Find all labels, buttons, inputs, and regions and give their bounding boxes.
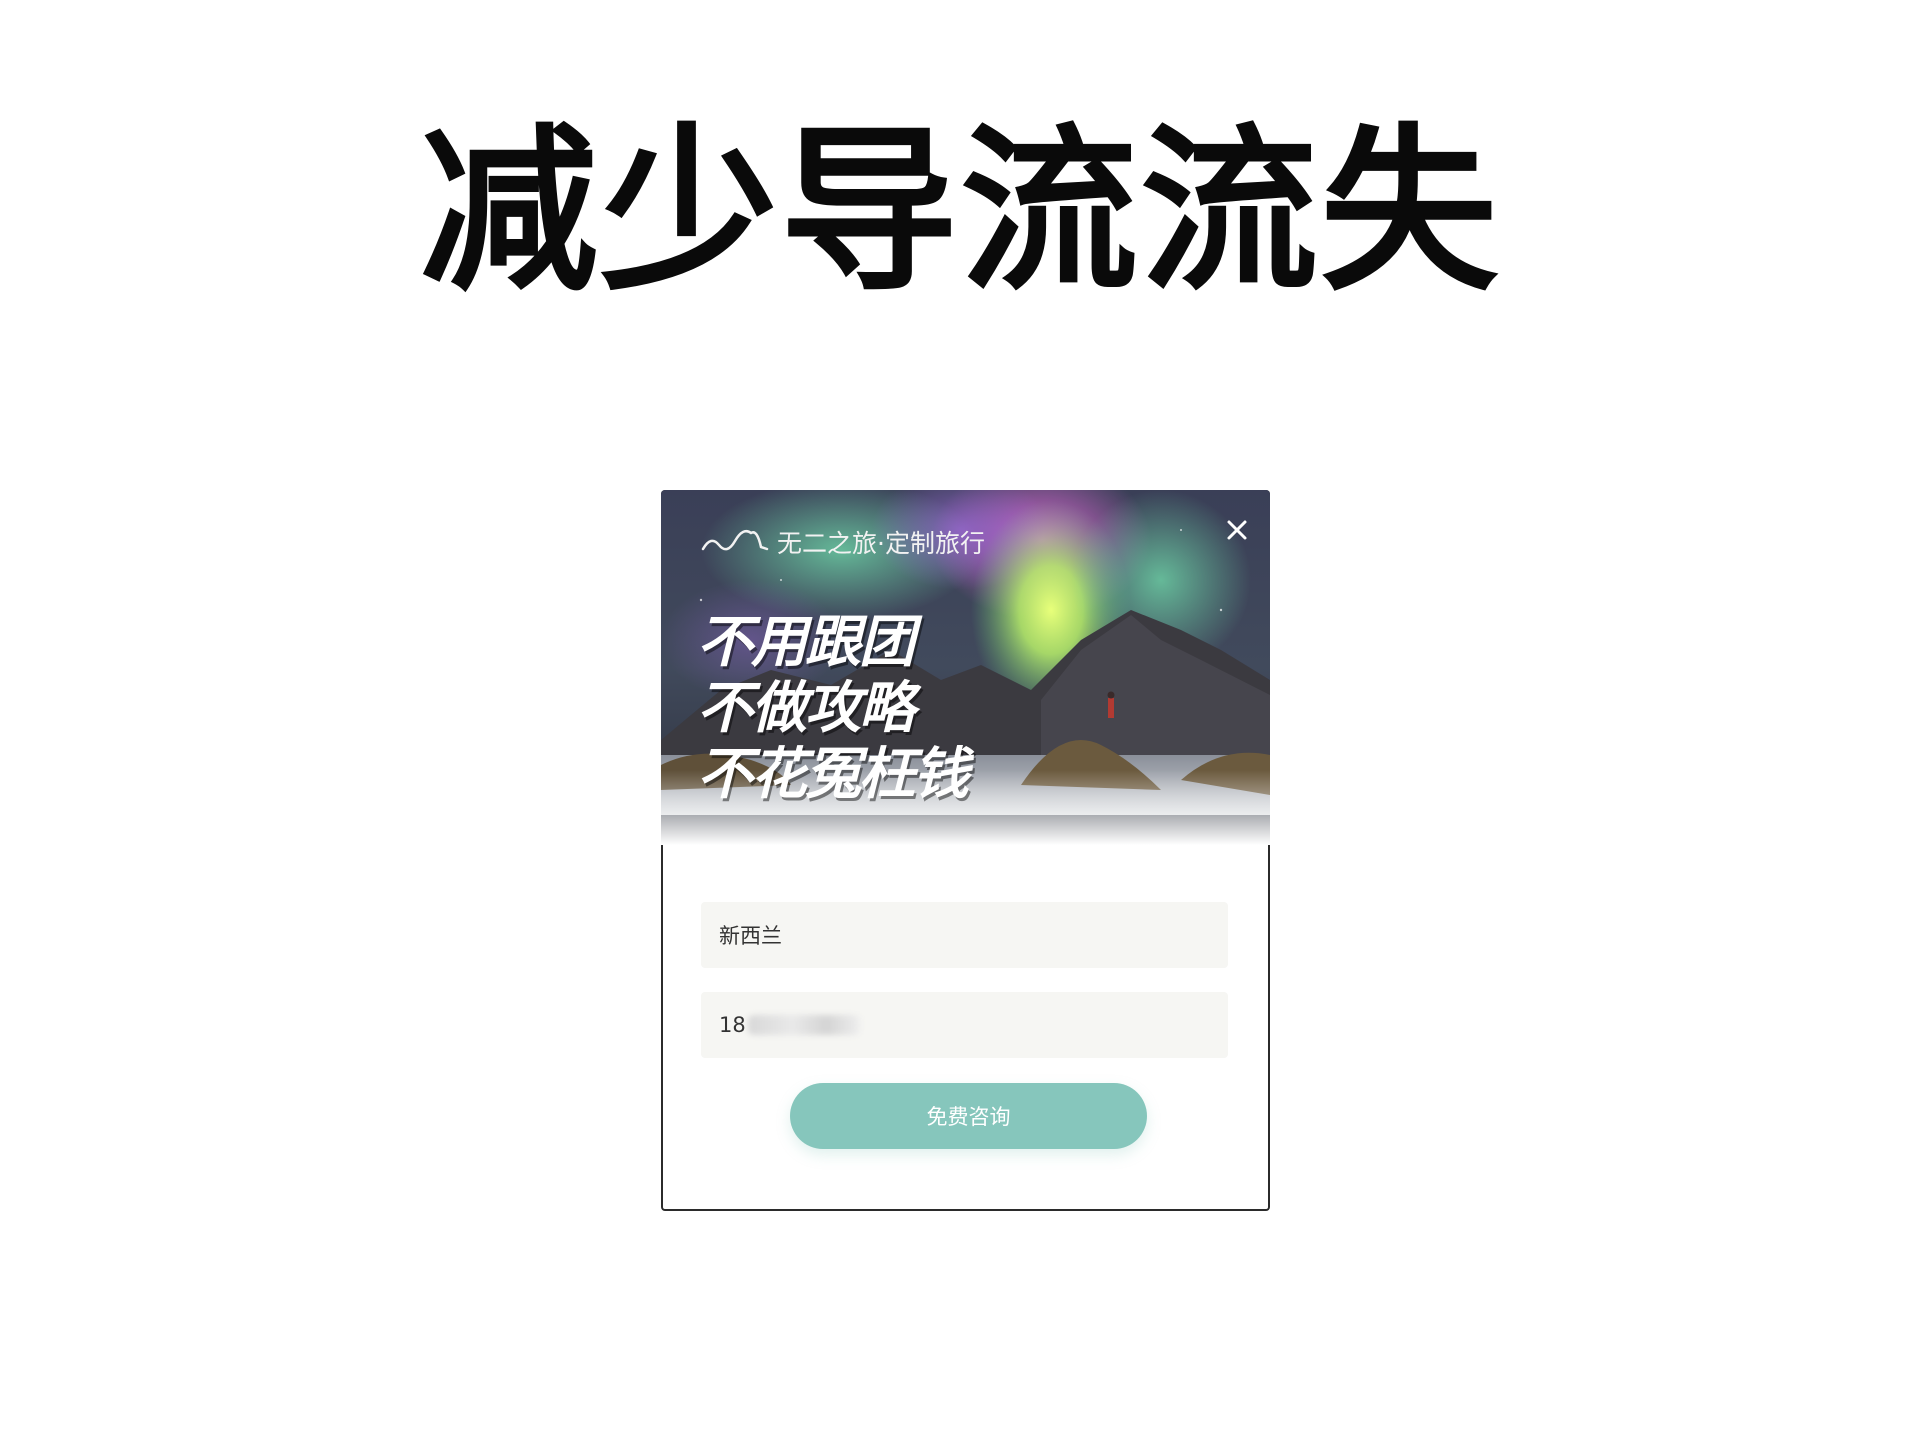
phone-redaction [747, 1015, 860, 1035]
destination-value: 新西兰 [719, 924, 782, 948]
phone-field[interactable]: 18 [701, 992, 1228, 1058]
free-consult-button[interactable]: 免费咨询 [790, 1083, 1147, 1149]
slogan-line: 不做攻略 [697, 676, 915, 741]
slogan-line: 不花冤枉钱 [697, 742, 969, 807]
close-icon [1227, 520, 1247, 540]
destination-field[interactable]: 新西兰 [701, 902, 1228, 968]
slide-title: 减少导流流失 [420, 108, 1500, 315]
phone-value: 18 [719, 1013, 746, 1037]
brand: 无二之旅·定制旅行 [701, 524, 985, 560]
aurora-hero-image: 无二之旅·定制旅行 不用跟团 不做攻略 不花冤枉钱 [661, 490, 1270, 845]
slogan: 不用跟团 不做攻略 不花冤枉钱 [697, 610, 969, 808]
close-button[interactable] [1217, 510, 1257, 550]
slogan-line: 不用跟团 [697, 610, 915, 675]
submit-label: 免费咨询 [926, 1105, 1011, 1129]
brand-text: 无二之旅·定制旅行 [777, 529, 985, 558]
wave-logo-icon [701, 530, 769, 551]
lead-form-modal: 无二之旅·定制旅行 不用跟团 不做攻略 不花冤枉钱 新西兰 18 免费咨询 [661, 490, 1270, 1211]
